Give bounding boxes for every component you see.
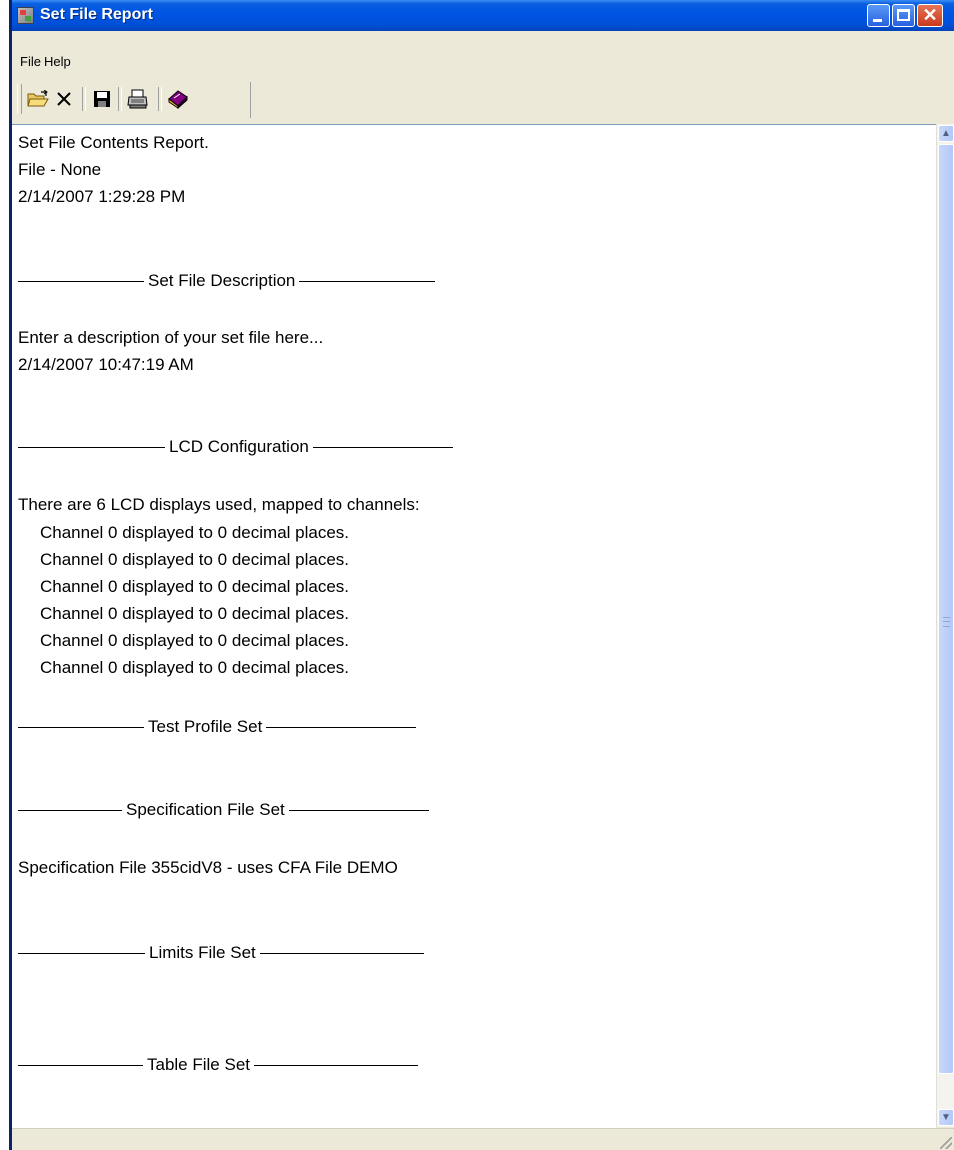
open-button[interactable] [26, 85, 50, 113]
description-text: Enter a description of your set file her… [18, 328, 324, 347]
lcd-channel-line: Channel 0 displayed to 0 decimal places. [40, 631, 350, 650]
toolbar-grip[interactable] [17, 84, 22, 114]
specification-file-set-heading: Specification File Set [126, 800, 285, 819]
print-button[interactable] [126, 85, 150, 113]
report-timestamp: 2/14/2007 1:29:28 PM [18, 187, 186, 206]
heading-rule [312, 446, 453, 448]
scroll-grip-icon [943, 617, 950, 627]
title-bar[interactable]: Set File Report ✕ [12, 0, 954, 31]
close-button[interactable]: ✕ [917, 4, 943, 27]
heading-rule [254, 1064, 418, 1066]
minimize-button[interactable] [867, 4, 890, 27]
heading-rule [288, 809, 429, 811]
scroll-down-button[interactable]: ▼ [938, 1109, 954, 1126]
open-folder-icon [27, 90, 49, 107]
lcd-intro: There are 6 LCD displays used, mapped to… [18, 495, 420, 514]
section-heading: Test Profile Set [18, 717, 417, 737]
heading-rule [18, 726, 144, 728]
report-text-area[interactable]: Set File Contents Report. File - None 2/… [12, 124, 936, 1128]
toolbar-separator [82, 87, 86, 111]
maximize-button[interactable] [892, 4, 915, 27]
heading-rule [18, 952, 145, 954]
scroll-up-button[interactable]: ▲ [938, 125, 954, 142]
lcd-channel-line: Channel 0 displayed to 0 decimal places. [40, 604, 350, 623]
toolbar-edge [250, 82, 251, 118]
lcd-channel-line: Channel 0 displayed to 0 decimal places. [40, 658, 350, 677]
menu-bar: File Help [12, 31, 954, 73]
heading-rule [18, 1064, 143, 1066]
toolbar [12, 80, 954, 120]
report-file: File - None [18, 160, 102, 179]
toolbar-separator [158, 87, 162, 111]
vertical-scrollbar[interactable]: ▲ ▼ [936, 124, 954, 1127]
minimize-icon [873, 19, 882, 22]
section-heading: LCD Configuration [18, 437, 453, 457]
menu-file[interactable]: File [20, 54, 41, 69]
heading-rule [299, 280, 436, 282]
save-button[interactable] [90, 85, 114, 113]
save-disk-icon [94, 91, 110, 107]
specification-text: Specification File 355cidV8 - uses CFA F… [18, 858, 398, 877]
section-heading: Limits File Set [18, 943, 424, 963]
maximize-icon [897, 9, 910, 21]
status-bar [12, 1128, 954, 1150]
resize-grip-icon[interactable] [940, 1137, 952, 1149]
limits-file-set-heading: Limits File Set [149, 943, 256, 962]
close-icon: ✕ [922, 5, 938, 25]
chevron-up-icon: ▲ [941, 128, 951, 139]
toolbar-separator [118, 87, 122, 111]
app-icon[interactable] [17, 7, 34, 24]
lcd-channel-line: Channel 0 displayed to 0 decimal places. [40, 523, 350, 542]
heading-rule [259, 952, 424, 954]
section-heading: Specification File Set [18, 800, 429, 820]
window-title: Set File Report [40, 6, 153, 23]
section-heading: Set File Description [18, 271, 436, 291]
description-timestamp: 2/14/2007 10:47:19 AM [18, 355, 194, 374]
close-x-icon [57, 92, 71, 106]
menu-help[interactable]: Help [44, 54, 71, 69]
set-file-description-heading: Set File Description [148, 271, 296, 290]
chevron-down-icon: ▼ [941, 1112, 951, 1123]
section-heading: Table File Set [18, 1055, 418, 1075]
heading-rule [18, 446, 165, 448]
help-book-button[interactable] [166, 85, 190, 113]
lcd-channel-line: Channel 0 displayed to 0 decimal places. [40, 550, 350, 569]
table-file-set-heading: Table File Set [147, 1055, 250, 1074]
test-profile-set-heading: Test Profile Set [148, 717, 263, 736]
heading-rule [18, 280, 144, 282]
lcd-configuration-heading: LCD Configuration [169, 437, 309, 456]
book-icon [168, 90, 188, 109]
heading-rule [18, 809, 122, 811]
set-file-report-window: Set File Report ✕ File Help Set File Con… [9, 0, 954, 1150]
heading-rule [266, 726, 417, 728]
report-title: Set File Contents Report. [18, 133, 209, 152]
print-icon [127, 89, 148, 109]
close-file-button[interactable] [52, 85, 76, 113]
lcd-channel-line: Channel 0 displayed to 0 decimal places. [40, 577, 350, 596]
scroll-thumb[interactable] [938, 144, 954, 1074]
